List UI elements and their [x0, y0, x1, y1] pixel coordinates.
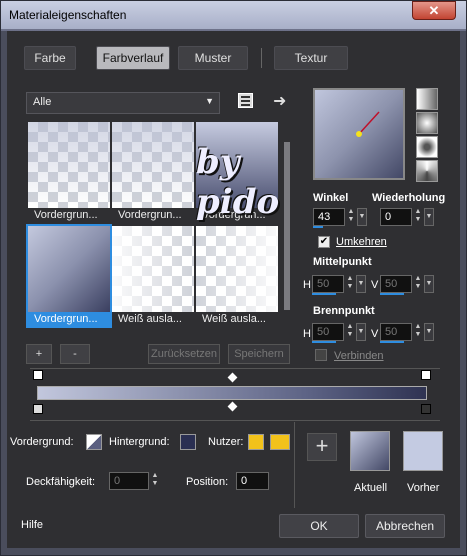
opacity-spinner[interactable]: ▲ ▼ [149, 472, 161, 490]
chevron-down-icon: ▼ [205, 96, 214, 106]
divider [30, 368, 440, 369]
close-button[interactable]: ✕ [412, 1, 456, 20]
scrollbar-thumb[interactable] [284, 142, 290, 310]
sunburst-gradient-icon[interactable] [416, 160, 438, 182]
center-h-spinner[interactable]: ▲ ▼ [344, 275, 356, 293]
add-button[interactable]: + [26, 344, 52, 364]
help-link[interactable]: Hilfe [21, 519, 43, 531]
repeat-input[interactable]: 0 [380, 208, 412, 226]
center-v-spinner[interactable]: ▲ ▼ [412, 275, 424, 293]
foreground-label: Vordergrund: [10, 436, 74, 448]
center-h-label: H [303, 279, 311, 291]
focus-v-label: V [371, 328, 379, 340]
center-h-slider[interactable] [312, 293, 336, 295]
reset-button[interactable]: Zurücksetzen [148, 344, 220, 364]
color-stop-right[interactable] [421, 404, 431, 414]
focus-v-slider[interactable] [380, 341, 404, 343]
add-stop-button[interactable]: + [307, 433, 337, 461]
opacity-stop-right[interactable] [421, 370, 431, 380]
focus-h-spinner[interactable]: ▲ ▼ [344, 323, 356, 341]
angle-handle-icon[interactable] [315, 90, 403, 178]
tab-textur[interactable]: Textur [274, 46, 348, 70]
gallery-item-label: Weiß ausla... [196, 312, 278, 326]
ok-button[interactable]: OK [279, 514, 359, 538]
user-swatch-alt[interactable] [270, 434, 290, 450]
user-swatch[interactable] [248, 434, 264, 450]
center-v-input[interactable]: 50 [380, 275, 412, 293]
color-stop-left[interactable] [33, 404, 43, 414]
focus-h-label: H [303, 328, 311, 340]
position-label: Position: [186, 476, 229, 488]
angle-dropdown[interactable]: ▼ [357, 208, 367, 226]
radial-gradient-icon[interactable] [416, 136, 438, 158]
current-swatch [350, 431, 390, 471]
opacity-input[interactable]: 0 [109, 472, 149, 490]
gallery-thumb[interactable] [196, 226, 278, 312]
focus-v-dropdown[interactable]: ▼ [424, 323, 434, 341]
invert-label: Umkehren [336, 236, 387, 248]
rectangular-gradient-icon[interactable] [416, 112, 438, 134]
gradient-editor-bar[interactable] [37, 386, 427, 400]
gallery-thumb[interactable] [28, 122, 110, 208]
position-input[interactable]: 0 [236, 472, 269, 490]
link-checkbox[interactable] [315, 349, 327, 361]
angle-label: Winkel [313, 192, 349, 204]
list-view-icon[interactable] [238, 93, 253, 108]
tab-muster[interactable]: Muster [178, 46, 248, 70]
focus-v-spinner[interactable]: ▲ ▼ [412, 323, 424, 341]
save-button[interactable]: Speichern [228, 344, 290, 364]
cancel-button[interactable]: Abbrechen [365, 514, 445, 538]
focus-h-slider[interactable] [312, 341, 336, 343]
opacity-stop-left[interactable] [33, 370, 43, 380]
gallery-item-label: Vordergrun... [28, 208, 110, 222]
focus-h-input[interactable]: 50 [312, 323, 344, 341]
center-v-label: V [371, 279, 379, 291]
category-value: Alle [33, 96, 52, 108]
window-title: Materialeigenschaften [9, 8, 127, 22]
repeat-spinner[interactable]: ▲ ▼ [412, 208, 424, 226]
watermark-text: by pido [196, 142, 280, 222]
focus-h-dropdown[interactable]: ▼ [356, 323, 366, 341]
tab-farbverlauf[interactable]: Farbverlauf [96, 46, 170, 70]
gallery-item-label: Vordergrun... [112, 208, 194, 222]
focus-v-input[interactable]: 50 [380, 323, 412, 341]
previous-swatch [403, 431, 443, 471]
angle-spinner[interactable]: ▲ ▼ [345, 208, 357, 226]
gradient-preview[interactable] [313, 88, 405, 180]
center-v-dropdown[interactable]: ▼ [424, 275, 434, 293]
gallery-scrollbar[interactable] [282, 120, 292, 332]
gallery-thumb[interactable] [112, 122, 194, 208]
repeat-dropdown[interactable]: ▼ [424, 208, 434, 226]
remove-button[interactable]: - [60, 344, 90, 364]
user-label: Nutzer: [208, 436, 244, 448]
foreground-swatch[interactable] [86, 434, 102, 450]
focus-label: Brennpunkt [313, 305, 375, 317]
category-select[interactable]: Alle ▼ [26, 92, 220, 114]
center-h-input[interactable]: 50 [312, 275, 344, 293]
linear-gradient-icon[interactable] [416, 88, 438, 110]
divider [294, 422, 295, 508]
background-swatch[interactable] [180, 434, 196, 450]
title-bar: Materialeigenschaften ✕ [1, 1, 466, 29]
center-v-slider[interactable] [380, 293, 404, 295]
opacity-label: Deckfähigkeit: [26, 476, 96, 488]
gallery-item-label: Vordergrun... [28, 312, 110, 326]
tab-farbe[interactable]: Farbe [24, 46, 76, 70]
gradient-gallery: Vordergrun... Vordergrun... Vordergrun..… [24, 118, 280, 332]
repeat-label: Wiederholung [372, 192, 446, 204]
angle-slider[interactable] [313, 226, 323, 228]
gallery-thumb[interactable] [112, 226, 194, 312]
divider [30, 420, 440, 421]
current-label: Aktuell [354, 482, 388, 494]
arrow-right-icon[interactable]: ➜ [273, 91, 286, 111]
link-label: Verbinden [334, 350, 384, 362]
gallery-item-label: Weiß ausla... [112, 312, 194, 326]
angle-input[interactable]: 43 [313, 208, 345, 226]
center-label: Mittelpunkt [313, 256, 372, 268]
background-label: Hintergrund: [109, 436, 170, 448]
center-h-dropdown[interactable]: ▼ [356, 275, 366, 293]
previous-label: Vorher [407, 482, 440, 494]
invert-checkbox[interactable]: ✔ [318, 236, 330, 248]
tab-separator [261, 48, 262, 68]
